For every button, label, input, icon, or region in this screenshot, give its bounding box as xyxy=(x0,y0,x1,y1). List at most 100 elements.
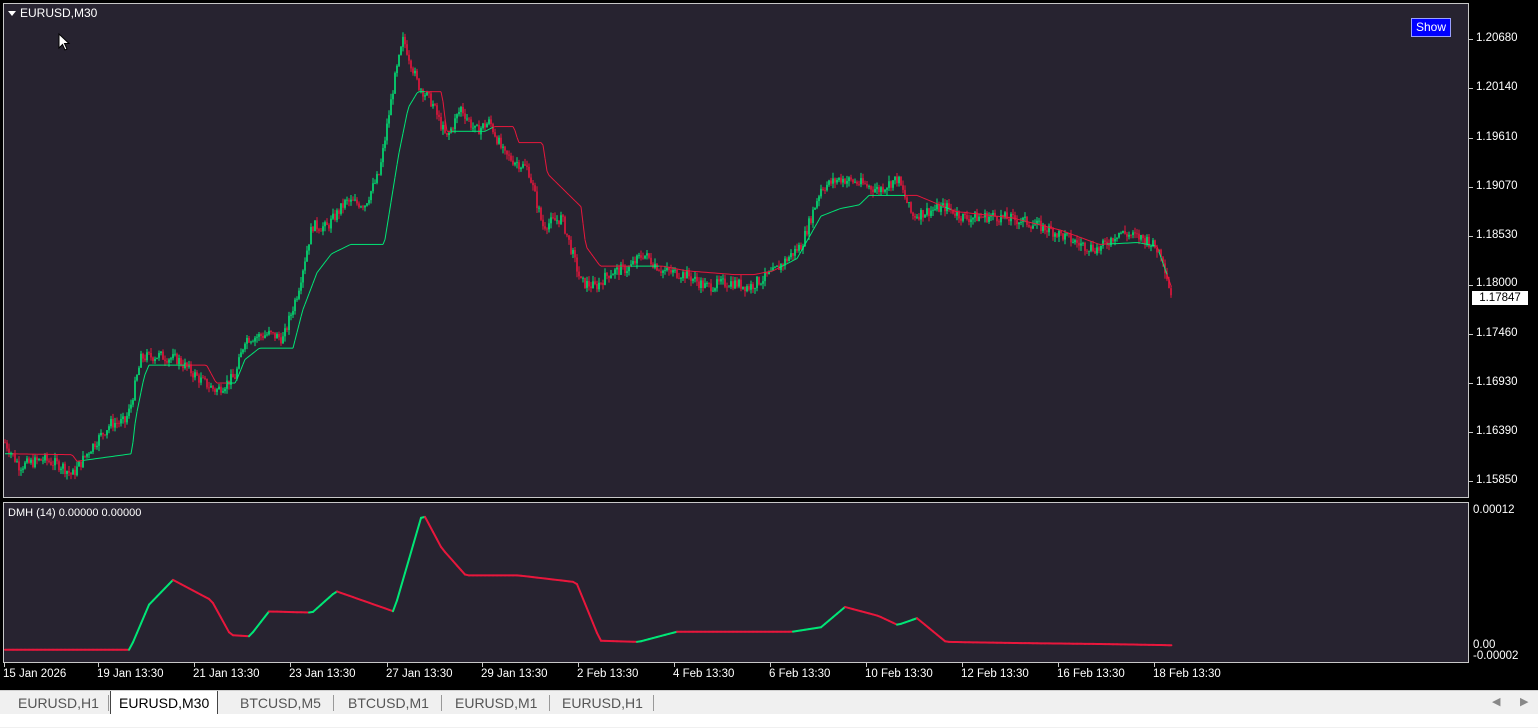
candle-body xyxy=(644,255,646,258)
candle-body xyxy=(812,210,814,223)
candle-body xyxy=(46,455,48,461)
candle-body xyxy=(878,187,880,192)
candle-body xyxy=(402,37,404,47)
candle-body xyxy=(800,245,802,250)
ma-line-segment xyxy=(543,145,545,158)
time-axis-label: 19 Jan 13:30 xyxy=(97,668,164,680)
price-axis-label: 1.16390 xyxy=(1476,425,1518,437)
candle-body xyxy=(726,287,728,288)
ma-line-segment xyxy=(349,244,351,245)
ma-line-segment xyxy=(865,197,867,199)
candle-body xyxy=(306,251,308,262)
candle-body xyxy=(190,364,192,373)
candle-body xyxy=(704,283,706,288)
candle-body xyxy=(336,210,338,220)
ma-line-segment xyxy=(517,137,519,142)
candle-body xyxy=(84,456,86,457)
candle-body xyxy=(1124,231,1126,234)
candle-body xyxy=(692,279,694,281)
candle-body xyxy=(570,240,572,254)
ma-line-segment xyxy=(1097,244,1099,245)
candle-body xyxy=(546,229,548,230)
candle-body xyxy=(272,332,274,333)
ma-line-segment xyxy=(583,223,585,240)
candle-body xyxy=(746,286,748,291)
ma-line-segment xyxy=(561,187,563,189)
candle-body xyxy=(864,183,866,184)
ma-line-segment xyxy=(585,240,587,248)
candle-body xyxy=(346,200,348,201)
candle-body xyxy=(400,47,402,55)
ma-line-segment xyxy=(1073,235,1075,236)
candle-body xyxy=(568,235,570,240)
show-button[interactable]: Show xyxy=(1411,18,1451,37)
candle-body xyxy=(988,217,990,222)
symbol-title[interactable]: EURUSD,M30 xyxy=(8,6,97,20)
candle-body xyxy=(992,213,994,215)
ma-line-segment xyxy=(399,143,401,153)
ma-line-segment xyxy=(299,317,301,325)
candle-body xyxy=(666,268,668,270)
ma-line-segment xyxy=(833,211,835,212)
candle-body xyxy=(418,79,420,90)
candle-body xyxy=(1000,215,1002,222)
ma-line-segment xyxy=(1075,235,1077,236)
price-chart-panel[interactable]: EURUSD,M30 Show xyxy=(3,3,1469,498)
ma-line-segment xyxy=(489,128,491,129)
candle-body xyxy=(668,268,670,270)
candle-body xyxy=(488,119,490,123)
candle-body xyxy=(118,423,120,424)
ma-line-segment xyxy=(569,195,571,197)
collapse-triangle-icon[interactable] xyxy=(8,11,16,16)
candle-body xyxy=(886,188,888,190)
ma-line-segment xyxy=(575,201,577,203)
candle-body xyxy=(1104,240,1106,241)
candle-body xyxy=(206,379,208,388)
candle-body xyxy=(366,203,368,205)
scroll-right-icon[interactable]: ▶ xyxy=(1520,695,1528,708)
candle-body xyxy=(734,280,736,288)
candle-body xyxy=(344,200,346,208)
indicator-line-segment xyxy=(221,618,225,625)
ma-line-segment xyxy=(555,181,557,183)
candle-body xyxy=(476,125,478,126)
candle-body xyxy=(918,217,920,220)
candle-body xyxy=(214,389,216,392)
candle-body xyxy=(324,222,326,226)
candle-body xyxy=(744,287,746,291)
tab-eurusd-m1[interactable]: EURUSD,M1 xyxy=(447,691,545,715)
indicator-panel[interactable]: DMH (14) 0.00000 0.00000 xyxy=(3,502,1469,663)
candle-body xyxy=(796,249,798,251)
candle-body xyxy=(696,277,698,282)
tab-btcusd-m5[interactable]: BTCUSD,M5 xyxy=(232,691,329,715)
candle-body xyxy=(318,229,320,230)
candle-body xyxy=(1038,221,1040,222)
ma-line-segment xyxy=(307,294,309,299)
candle-body xyxy=(760,284,762,285)
candle-body xyxy=(1136,233,1138,234)
tab-eurusd-h1-2[interactable]: EURUSD,H1 xyxy=(554,691,651,715)
candle-body xyxy=(1040,221,1042,231)
scroll-left-icon[interactable]: ◀ xyxy=(1492,695,1500,708)
candle-body xyxy=(1030,227,1032,229)
candle-body xyxy=(638,255,640,256)
candle-body xyxy=(298,291,300,299)
candle-body xyxy=(290,315,292,316)
candle-body xyxy=(160,352,162,353)
candle-body xyxy=(1016,220,1018,224)
ma-line-segment xyxy=(513,127,515,131)
ma-line-segment xyxy=(319,267,321,270)
tab-eurusd-h1[interactable]: EURUSD,H1 xyxy=(10,691,107,715)
candle-body xyxy=(880,187,882,192)
ma-line-segment xyxy=(441,92,443,102)
tab-eurusd-m30[interactable]: EURUSD,M30 xyxy=(110,691,218,715)
candle-body xyxy=(916,217,918,218)
indicator-axis-bottom: -0.00002 xyxy=(1473,650,1518,662)
ma-line-segment xyxy=(347,245,349,246)
price-axis-tick xyxy=(1469,187,1473,188)
tab-btcusd-m1[interactable]: BTCUSD,M1 xyxy=(340,691,437,715)
candle-body xyxy=(136,375,138,380)
price-axis-tick xyxy=(1469,383,1473,384)
candle-body xyxy=(498,138,500,144)
ma-line-segment xyxy=(819,216,821,220)
